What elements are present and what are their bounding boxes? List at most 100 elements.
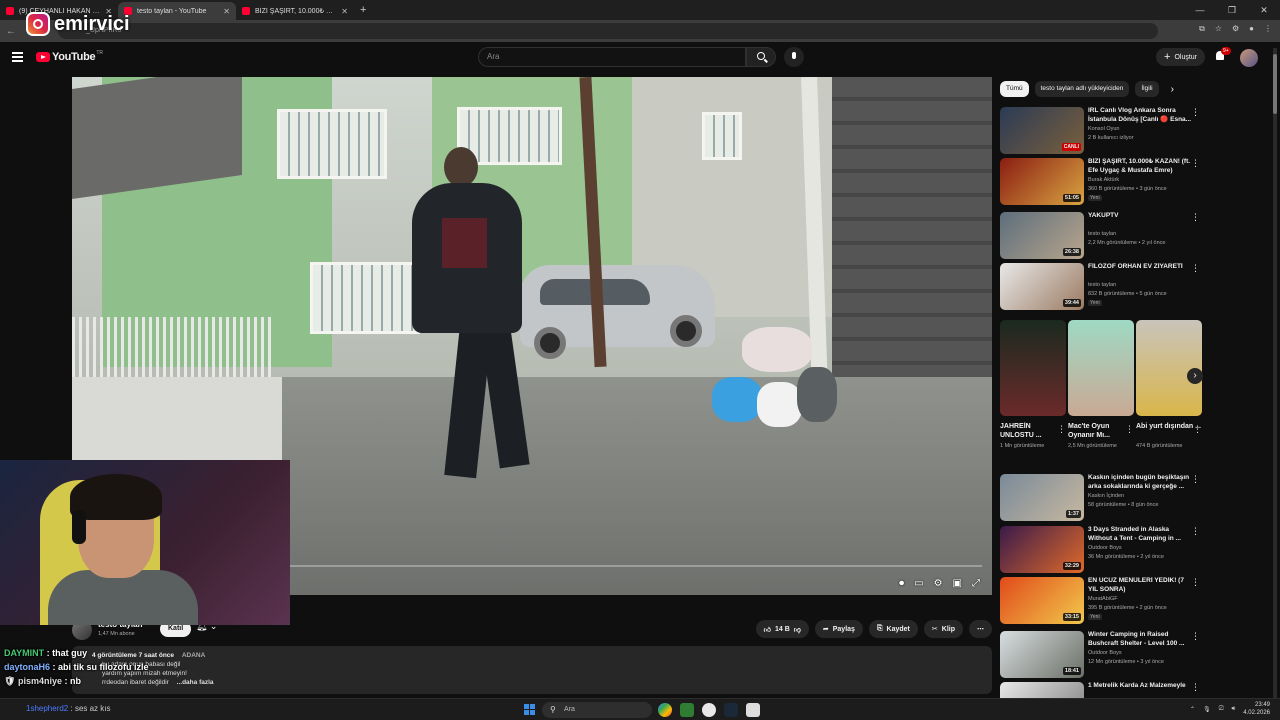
search-button[interactable] [746, 47, 776, 67]
share-button[interactable]: ➦ Paylaş [814, 620, 863, 638]
video-thumbnail[interactable]: 26:38 [1000, 212, 1084, 259]
video-channel[interactable]: Kaskın İçinden [1088, 493, 1124, 499]
recommended-video[interactable]: 32:29 3 Days Stranded in Alaska Without … [1000, 526, 1205, 574]
url-field[interactable]: _UpNPhR0 [58, 23, 1158, 39]
recommended-video[interactable]: 51:05 BİZİ ŞAŞIRT, 10.000₺ KAZAN! (ft. E… [1000, 158, 1205, 206]
video-title[interactable]: BİZİ ŞAŞIRT, 10.000₺ KAZAN! (ft. Efe Uyg… [1088, 158, 1192, 175]
recommended-video[interactable]: 39:44 FİLOZOF ORHAN EV ZİYARETİ testo ta… [1000, 263, 1205, 311]
video-title[interactable]: 3 Days Stranded in Alaska Without a Tent… [1088, 526, 1192, 543]
system-clock[interactable]: 23:49 4.02.2026 [1243, 701, 1270, 717]
video-thumbnail[interactable]: 1:37 [1000, 474, 1084, 521]
clip-button[interactable]: ✂ Klip [923, 620, 963, 638]
video-thumbnail[interactable]: 39:44 [1000, 263, 1084, 310]
install-icon[interactable]: ⧉ [1199, 24, 1205, 34]
video-thumbnail[interactable]: 51:05 [1000, 158, 1084, 205]
network-icon[interactable]: ⎚ [1219, 706, 1224, 713]
video-title[interactable]: FİLOZOF ORHAN EV ZİYARETİ [1088, 263, 1192, 272]
recommended-video[interactable]: 26:38 YAKUPTV testo taylan 2,2 Mn görünt… [1000, 212, 1205, 260]
voice-search-icon[interactable] [784, 47, 804, 67]
recommended-video[interactable]: 18:41 Winter Camping in Raised Bushcraft… [1000, 631, 1205, 679]
video-thumbnail[interactable]: 18:41 [1000, 631, 1084, 678]
volume-icon[interactable]: 🔊︎ [1232, 706, 1236, 713]
video-thumbnail[interactable]: 33:15 [1000, 577, 1084, 624]
create-button[interactable]: + Oluştur [1156, 48, 1205, 66]
short-item[interactable]: Abi yurt dışından ... 474 B görüntüleme … [1136, 320, 1202, 450]
recommended-video[interactable]: 1:37 Kaskın içinden bugün beşiktaşın ark… [1000, 474, 1205, 522]
account-avatar[interactable] [1240, 49, 1258, 67]
video-channel[interactable]: testo taylan [1088, 282, 1116, 288]
kebab-menu-icon[interactable]: ⋮ [1191, 474, 1200, 485]
recommended-video[interactable]: 1 Metrelik Karda Az Malzemeyle ⋮ [1000, 682, 1205, 698]
save-button[interactable]: ⎘ Kaydet [868, 620, 918, 638]
kebab-menu-icon[interactable]: ⋮ [1191, 682, 1200, 693]
dislike-icon[interactable]: 👎︎ [794, 625, 801, 634]
short-item[interactable]: JAHREİN UNLOSTU ... 1 Mn görüntüleme ⋮ [1000, 320, 1066, 450]
chip-from-uploader[interactable]: testo taylan adlı yükleyiciden [1034, 81, 1130, 97]
browser-tab-2[interactable]: testo taylan - YouTube ✕ [118, 2, 236, 20]
chrome-icon[interactable] [658, 703, 672, 717]
short-thumbnail[interactable] [1068, 320, 1134, 416]
bookmark-star-icon[interactable]: ☆ [1215, 24, 1222, 34]
video-channel[interactable]: Burak Aktürk [1088, 177, 1119, 183]
kebab-menu-icon[interactable]: ⋮ [1193, 424, 1202, 435]
maximize-icon[interactable]: ❐ [1216, 5, 1248, 16]
short-thumbnail[interactable] [1000, 320, 1066, 416]
search-input[interactable]: Ara [478, 47, 746, 67]
subtitles-icon[interactable]: ▭ [914, 578, 923, 589]
kebab-menu-icon[interactable]: ⋮ [1191, 212, 1200, 223]
video-channel[interactable]: MuratAbiGF [1088, 596, 1118, 602]
back-icon[interactable]: ← [4, 26, 18, 37]
video-title[interactable]: IRL Canlı Vlog Ankara Sonra İstanbula Dö… [1088, 107, 1192, 124]
kebab-menu-icon[interactable]: ⋮ [1057, 424, 1066, 435]
windows-start-icon[interactable] [524, 704, 535, 715]
video-title[interactable]: EN UCUZ MENÜLERİ YEDİK! (7 YIL SONRA) [1088, 577, 1192, 594]
close-window-icon[interactable]: ✕ [1248, 5, 1280, 16]
video-title[interactable]: YAKUPTV [1088, 212, 1192, 221]
video-title[interactable]: Kaskın içinden bugün beşiktaşın arka sok… [1088, 474, 1192, 491]
close-tab-icon[interactable]: ✕ [223, 7, 230, 16]
video-thumbnail[interactable]: 32:29 [1000, 526, 1084, 573]
xbox-icon[interactable] [680, 703, 694, 717]
chip-all[interactable]: Tümü [1000, 81, 1029, 97]
new-tab-icon[interactable]: + [360, 4, 366, 16]
autoplay-toggle-icon[interactable]: ⏺ [899, 578, 904, 589]
short-item[interactable]: Mac'te Oyun Oynanır Mı... 2,5 Mn görüntü… [1068, 320, 1134, 450]
steam-icon[interactable] [724, 703, 738, 717]
hamburger-menu-icon[interactable] [12, 52, 23, 62]
microphone-icon[interactable]: 🎙︎ [1203, 706, 1211, 713]
close-tab-icon[interactable]: ✕ [341, 7, 348, 16]
browser-app-icon[interactable] [702, 703, 716, 717]
video-title[interactable]: Winter Camping in Raised Bushcraft Shelt… [1088, 631, 1192, 648]
video-thumbnail[interactable] [1000, 682, 1084, 698]
chevron-right-icon[interactable]: › [1171, 84, 1174, 95]
tray-chevron-icon[interactable]: ⌃ [1190, 706, 1195, 713]
minimize-icon[interactable]: — [1184, 5, 1216, 15]
youtube-logo[interactable]: YouTube TR [36, 50, 103, 63]
profile-icon[interactable]: ● [1249, 24, 1254, 34]
video-thumbnail[interactable]: CANLI [1000, 107, 1084, 154]
recommended-video[interactable]: CANLI IRL Canlı Vlog Ankara Sonra İstanb… [1000, 107, 1205, 155]
video-channel[interactable]: Outdoor Boys [1088, 545, 1122, 551]
browser-tab-3[interactable]: BİZİ ŞAŞIRT, 10.000₺ KAZANI ✕ [236, 2, 354, 20]
video-title[interactable]: 1 Metrelik Karda Az Malzemeyle [1088, 682, 1192, 691]
chip-related[interactable]: İlgili [1135, 81, 1159, 97]
kebab-menu-icon[interactable]: ⋮ [1191, 263, 1200, 274]
browser-menu-icon[interactable]: ⋮ [1264, 24, 1272, 34]
extensions-icon[interactable]: ⚙ [1232, 24, 1239, 34]
kebab-menu-icon[interactable]: ⋮ [1191, 577, 1200, 588]
fullscreen-icon[interactable]: ⤢ [972, 578, 980, 589]
page-scrollbar[interactable] [1273, 48, 1277, 698]
kebab-menu-icon[interactable]: ⋮ [1191, 158, 1200, 169]
taskbar-search[interactable]: Ara [542, 702, 652, 718]
recommended-video[interactable]: 33:15 EN UCUZ MENÜLERİ YEDİK! (7 YIL SON… [1000, 577, 1205, 625]
settings-gear-icon[interactable]: ⚙ [934, 578, 943, 589]
app-icon[interactable] [746, 703, 760, 717]
kebab-menu-icon[interactable]: ⋮ [1191, 107, 1200, 118]
kebab-menu-icon[interactable]: ⋮ [1125, 424, 1134, 435]
kebab-menu-icon[interactable]: ⋮ [1191, 526, 1200, 537]
video-channel[interactable]: Konsol Oyun [1088, 126, 1120, 132]
more-actions-button[interactable]: ⋯ [969, 620, 992, 638]
chevron-right-icon[interactable]: › [1187, 368, 1203, 384]
video-channel[interactable]: Outdoor Boys [1088, 650, 1122, 656]
miniplayer-icon[interactable]: ▣ [953, 578, 962, 589]
